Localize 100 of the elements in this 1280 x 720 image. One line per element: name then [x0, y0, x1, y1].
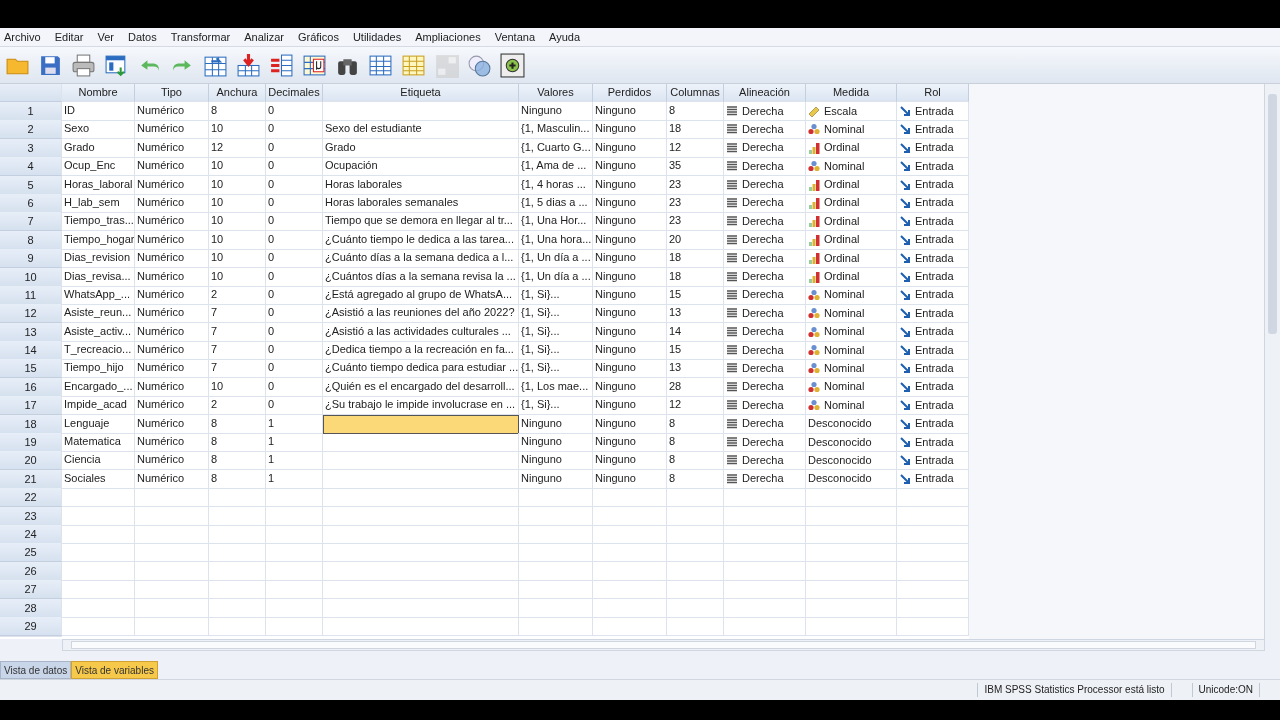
empty-cell[interactable]: [135, 561, 209, 581]
empty-cell[interactable]: [593, 580, 667, 600]
column-header[interactable]: Valores: [519, 84, 593, 102]
menu-item[interactable]: Gráficos: [290, 31, 346, 43]
menu-item[interactable]: Archivo: [0, 31, 48, 43]
empty-cell[interactable]: [135, 506, 209, 526]
empty-cell[interactable]: [323, 543, 519, 563]
row-number[interactable]: 15: [0, 359, 62, 379]
empty-cell[interactable]: [209, 543, 266, 563]
empty-cell[interactable]: [806, 543, 897, 563]
menu-item[interactable]: Ampliaciones: [408, 31, 488, 43]
grid-icon[interactable]: [368, 52, 393, 78]
empty-cell[interactable]: [135, 525, 209, 544]
empty-cell[interactable]: [135, 488, 209, 508]
row-number[interactable]: 22: [0, 488, 62, 508]
empty-cell[interactable]: [135, 598, 209, 618]
table-cell[interactable]: Grado: [323, 138, 519, 158]
table-cell[interactable]: [323, 469, 519, 489]
empty-cell[interactable]: [209, 525, 266, 544]
empty-cell[interactable]: [724, 506, 806, 526]
empty-cell[interactable]: [724, 616, 806, 636]
empty-cell[interactable]: [323, 525, 519, 544]
empty-cell[interactable]: [667, 525, 724, 544]
empty-cell[interactable]: [806, 506, 897, 526]
empty-cell[interactable]: [593, 543, 667, 563]
row-number[interactable]: 20: [0, 451, 62, 471]
empty-cell[interactable]: [593, 616, 667, 636]
table-cell[interactable]: [323, 451, 519, 471]
empty-cell[interactable]: [724, 561, 806, 581]
row-number[interactable]: 27: [0, 580, 62, 600]
menu-item[interactable]: Transformar: [163, 31, 238, 43]
column-header[interactable]: Decimales: [266, 84, 323, 102]
empty-cell[interactable]: [806, 598, 897, 618]
empty-cell[interactable]: [806, 616, 897, 636]
row-number[interactable]: 17: [0, 396, 62, 416]
empty-cell[interactable]: [667, 616, 724, 636]
table-cell[interactable]: ¿Cuántos días a la semana revisa la ...: [323, 267, 519, 287]
column-header[interactable]: Alineación: [724, 84, 806, 102]
print-icon[interactable]: [71, 52, 96, 78]
empty-cell[interactable]: [209, 506, 266, 526]
column-header[interactable]: Tipo: [135, 84, 209, 102]
menu-item[interactable]: Utilidades: [345, 31, 409, 43]
empty-cell[interactable]: [724, 543, 806, 563]
empty-cell[interactable]: [593, 561, 667, 581]
empty-cell[interactable]: [667, 580, 724, 600]
empty-cell[interactable]: [519, 543, 593, 563]
insert-column-icon[interactable]: [269, 52, 294, 78]
menu-item[interactable]: Ver: [90, 31, 121, 43]
menu-item[interactable]: Ayuda: [542, 31, 588, 43]
empty-cell[interactable]: [323, 506, 519, 526]
empty-cell[interactable]: [667, 543, 724, 563]
empty-cell[interactable]: [323, 488, 519, 508]
table-cell[interactable]: ¿Cuánto días a la semana dedica a l...: [323, 249, 519, 269]
column-header[interactable]: Columnas: [667, 84, 724, 102]
table-cell[interactable]: ¿Asistió a las actividades culturales ...: [323, 322, 519, 342]
menu-item[interactable]: Analizar: [237, 31, 291, 43]
table-cell[interactable]: ¿Está agregado al grupo de WhatsA...: [323, 285, 519, 305]
circles-icon[interactable]: [467, 52, 492, 78]
empty-cell[interactable]: [519, 616, 593, 636]
column-header[interactable]: Rol: [897, 84, 969, 102]
empty-cell[interactable]: [266, 543, 323, 563]
empty-cell[interactable]: [266, 506, 323, 526]
menu-item[interactable]: Editar: [47, 31, 91, 43]
horizontal-scrollbar[interactable]: [62, 639, 1265, 651]
empty-cell[interactable]: [266, 598, 323, 618]
empty-cell[interactable]: [323, 616, 519, 636]
empty-cell[interactable]: [806, 525, 897, 544]
table-cell[interactable]: ¿Cuánto tiempo le dedica a las tarea...: [323, 230, 519, 250]
empty-cell[interactable]: [593, 488, 667, 508]
empty-cell[interactable]: [135, 616, 209, 636]
table-cell[interactable]: [323, 433, 519, 453]
empty-cell[interactable]: [323, 561, 519, 581]
table-cell[interactable]: Horas laborales: [323, 175, 519, 195]
empty-cell[interactable]: [806, 580, 897, 600]
empty-cell[interactable]: [209, 598, 266, 618]
table-cell[interactable]: Ocupación: [323, 157, 519, 177]
empty-cell[interactable]: [266, 580, 323, 600]
empty-cell[interactable]: [323, 598, 519, 618]
empty-cell[interactable]: [266, 561, 323, 581]
empty-cell[interactable]: [519, 506, 593, 526]
add-icon[interactable]: [500, 52, 525, 78]
view-tab[interactable]: Vista de datos: [0, 661, 72, 679]
empty-cell[interactable]: [266, 616, 323, 636]
table-cell[interactable]: ¿Asistió a las reuniones del año 2022?: [323, 304, 519, 324]
empty-cell[interactable]: [209, 488, 266, 508]
empty-cell[interactable]: [519, 561, 593, 581]
empty-cell[interactable]: [323, 580, 519, 600]
table-cell[interactable]: ¿Dedica tiempo a la recreación en fa...: [323, 341, 519, 361]
empty-cell[interactable]: [806, 561, 897, 581]
empty-cell[interactable]: [806, 488, 897, 508]
empty-cell[interactable]: [667, 506, 724, 526]
insert-row-icon[interactable]: [236, 52, 261, 78]
empty-cell[interactable]: [593, 598, 667, 618]
table-cell[interactable]: Horas laborales semanales: [323, 193, 519, 213]
view-tab[interactable]: Vista de variables: [71, 661, 158, 679]
empty-cell[interactable]: [724, 580, 806, 600]
empty-cell[interactable]: [266, 488, 323, 508]
empty-cell[interactable]: [209, 580, 266, 600]
row-number[interactable]: 2: [0, 120, 62, 140]
table-cell[interactable]: ¿Quién es el encargado del desarroll...: [323, 377, 519, 397]
